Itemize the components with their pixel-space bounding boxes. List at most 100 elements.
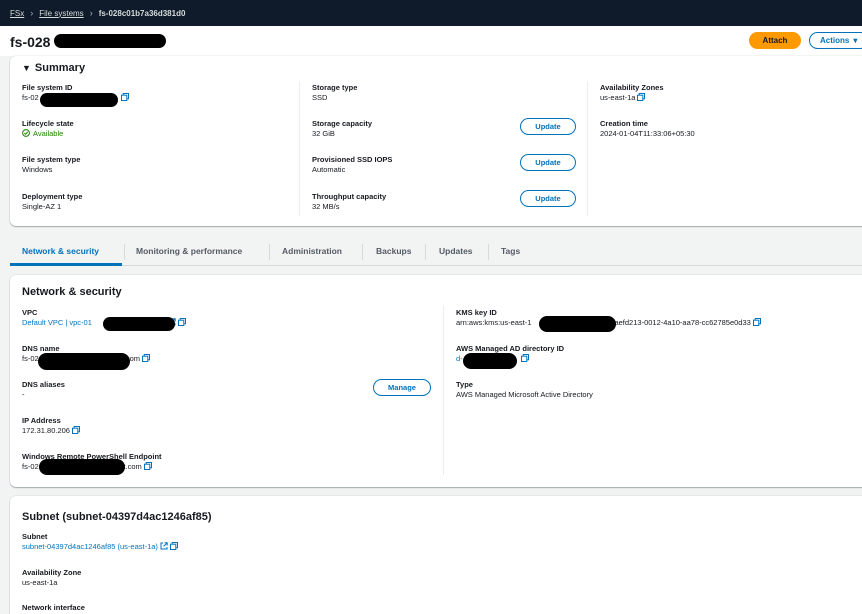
tab-divider bbox=[124, 244, 125, 260]
summary-title: Summary bbox=[34, 62, 86, 74]
subnet-field: Subnet subnet-04397d4ac1246af85 (us-east… bbox=[22, 532, 178, 552]
active-tab-indicator bbox=[10, 263, 122, 266]
network-interface-field: Network interface bbox=[22, 603, 85, 613]
redaction-mark bbox=[539, 316, 616, 332]
tab-monitoring-performance[interactable]: Monitoring & performance bbox=[136, 246, 242, 256]
dns-name-prefix: fs-02 bbox=[22, 354, 39, 363]
redaction-mark bbox=[54, 34, 166, 48]
tab-updates[interactable]: Updates bbox=[439, 246, 473, 256]
breadcrumb-fsx-link[interactable]: FSx bbox=[10, 9, 24, 18]
throughput-capacity-label: Throughput capacity bbox=[312, 192, 387, 201]
subnet-title: Subnet (subnet-04397d4ac1246af85) bbox=[22, 511, 212, 523]
availability-zone-label: Availability Zone bbox=[22, 568, 82, 577]
throughput-capacity-field: Throughput capacity 32 MB/s bbox=[312, 192, 386, 212]
copy-icon[interactable] bbox=[169, 542, 178, 550]
copy-icon[interactable] bbox=[177, 318, 186, 326]
kms-key-prefix: arn:aws:kms:us-east-1 bbox=[456, 318, 532, 327]
lifecycle-state-field: Lifecycle state Available bbox=[22, 119, 74, 139]
file-system-type-field: File system type Windows bbox=[22, 155, 80, 175]
copy-icon[interactable] bbox=[71, 426, 80, 434]
tab-divider bbox=[362, 244, 363, 260]
dns-aliases-value: - bbox=[22, 390, 25, 399]
chevron-right-icon: › bbox=[30, 8, 34, 18]
network-security-title: Network & security bbox=[22, 286, 122, 298]
ip-address-field: IP Address 172.31.80.206 bbox=[22, 416, 80, 436]
column-divider bbox=[587, 81, 588, 216]
availability-zones-field: Availability Zones us-east-1a bbox=[600, 83, 664, 103]
directory-type-label: Type bbox=[456, 380, 473, 389]
column-divider bbox=[299, 81, 300, 216]
network-interface-label: Network interface bbox=[22, 603, 85, 612]
actions-dropdown-button[interactable]: Actions ▾ bbox=[809, 32, 862, 49]
tab-backups[interactable]: Backups bbox=[376, 246, 411, 256]
deployment-type-value: Single-AZ 1 bbox=[22, 202, 62, 211]
update-throughput-button[interactable]: Update bbox=[520, 190, 576, 207]
breadcrumb-file-systems-link[interactable]: File systems bbox=[39, 9, 83, 18]
subnet-label: Subnet bbox=[22, 532, 48, 541]
ad-directory-link[interactable]: d- bbox=[456, 354, 463, 363]
tab-administration[interactable]: Administration bbox=[282, 246, 342, 256]
storage-capacity-field: Storage capacity 32 GiB bbox=[312, 119, 372, 139]
storage-type-label: Storage type bbox=[312, 83, 358, 92]
directory-type-field: Type AWS Managed Microsoft Active Direct… bbox=[456, 380, 593, 400]
availability-zone-value: us-east-1a bbox=[22, 578, 58, 587]
chevron-right-icon: › bbox=[89, 8, 93, 18]
subnet-link[interactable]: subnet-04397d4ac1246af85 (us-east-1a) bbox=[22, 542, 158, 551]
ip-address-label: IP Address bbox=[22, 416, 61, 425]
update-iops-button[interactable]: Update bbox=[520, 154, 576, 171]
breadcrumb-current: fs-028c01b7a36d381d0 bbox=[98, 8, 186, 18]
tab-divider bbox=[488, 244, 489, 260]
lifecycle-state-label: Lifecycle state bbox=[22, 119, 74, 128]
copy-icon[interactable] bbox=[520, 354, 529, 362]
creation-time-value: 2024-01-04T11:33:06+05:30 bbox=[600, 129, 695, 138]
availability-zones-value: us-east-1a bbox=[600, 93, 636, 102]
copy-icon[interactable] bbox=[143, 462, 152, 470]
external-link-icon[interactable] bbox=[160, 542, 168, 550]
kms-key-suffix: y/5aefd213-0012-4a10-aa78-cc62785e0d33 bbox=[604, 318, 751, 327]
attach-button[interactable]: Attach bbox=[749, 32, 801, 49]
subnet-panel: Subnet (subnet-04397d4ac1246af85) Subnet… bbox=[10, 496, 862, 614]
check-circle-icon bbox=[22, 129, 30, 137]
file-system-id-label: File system ID bbox=[22, 83, 73, 92]
creation-time-label: Creation time bbox=[600, 119, 648, 128]
dns-aliases-field: DNS aliases - bbox=[22, 380, 65, 400]
availability-zones-label: Availability Zones bbox=[600, 83, 664, 92]
tab-divider bbox=[269, 244, 270, 260]
storage-type-value: SSD bbox=[312, 93, 328, 102]
provisioned-iops-value: Automatic bbox=[312, 165, 346, 174]
redaction-mark bbox=[38, 353, 130, 370]
ip-address-value: 172.31.80.206 bbox=[22, 426, 70, 435]
page-header: fs-028 bbox=[0, 26, 862, 56]
update-storage-capacity-button[interactable]: Update bbox=[520, 118, 576, 135]
tab-divider bbox=[425, 244, 426, 260]
copy-icon[interactable] bbox=[142, 354, 151, 362]
deployment-type-field: Deployment type Single-AZ 1 bbox=[22, 192, 82, 212]
manage-dns-aliases-button[interactable]: Manage bbox=[373, 379, 431, 396]
column-divider bbox=[443, 305, 444, 475]
page-title: fs-028 bbox=[10, 34, 51, 50]
network-security-panel: Network & security VPC Default VPC | vpc… bbox=[10, 275, 862, 487]
summary-panel: ▼ Summary File system ID fs-02 Lifecycle … bbox=[10, 56, 862, 226]
creation-time-field: Creation time 2024-01-04T11:33:06+05:30 bbox=[600, 119, 695, 139]
redaction-mark bbox=[39, 459, 125, 475]
tab-network-security[interactable]: Network & security bbox=[22, 246, 99, 256]
file-system-type-value: Windows bbox=[22, 165, 53, 174]
storage-capacity-label: Storage capacity bbox=[312, 119, 373, 128]
breadcrumb: FSx › File systems › fs-028c01b7a36d381d… bbox=[0, 0, 862, 26]
storage-type-field: Storage type SSD bbox=[312, 83, 357, 103]
throughput-capacity-value: 32 MB/s bbox=[312, 202, 340, 211]
powershell-endpoint-prefix: fs-02 bbox=[22, 462, 39, 471]
copy-icon[interactable] bbox=[637, 93, 646, 101]
redaction-mark bbox=[103, 317, 175, 331]
vpc-link[interactable]: Default VPC | vpc-01 bbox=[22, 318, 92, 327]
directory-type-value: AWS Managed Microsoft Active Directory bbox=[456, 390, 593, 399]
summary-header[interactable]: ▼ Summary bbox=[22, 62, 85, 74]
detail-tabs: Network & security Monitoring & performa… bbox=[10, 238, 862, 266]
copy-icon[interactable] bbox=[120, 93, 129, 101]
tab-tags[interactable]: Tags bbox=[501, 246, 520, 256]
file-system-type-label: File system type bbox=[22, 155, 81, 164]
copy-icon[interactable] bbox=[752, 318, 761, 326]
file-system-id-value: fs-02 bbox=[22, 93, 39, 102]
actions-label: Actions bbox=[820, 36, 850, 45]
storage-capacity-value: 32 GiB bbox=[312, 129, 335, 138]
